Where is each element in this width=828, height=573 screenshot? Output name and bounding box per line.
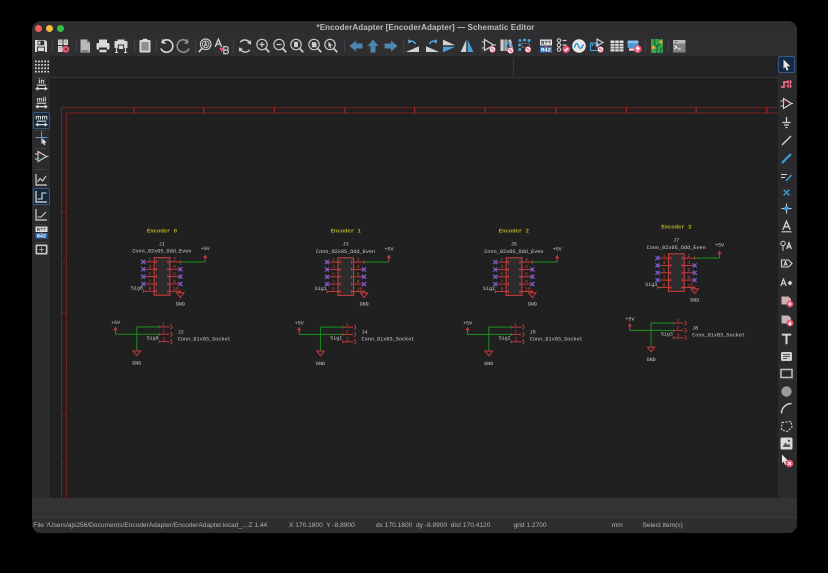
svg-text:B: B (63, 260, 66, 265)
svg-text:D: D (63, 462, 66, 467)
svg-text:mm: mm (35, 114, 47, 121)
svg-text:Sig3: Sig3 (645, 282, 657, 288)
svg-text:J2: J2 (178, 329, 184, 335)
svg-text:J3: J3 (343, 242, 349, 248)
svg-text:J8: J8 (692, 326, 698, 332)
svg-text:R42: R42 (36, 233, 45, 239)
svg-text:mil: mil (36, 96, 46, 103)
svg-text:J7: J7 (673, 238, 679, 244)
svg-text:J1: J1 (159, 241, 165, 247)
svg-text:Encoder 1: Encoder 1 (331, 228, 362, 235)
svg-text:Encoder 3: Encoder 3 (661, 224, 692, 231)
svg-text:R42: R42 (541, 47, 552, 54)
svg-text:Sig0: Sig0 (131, 286, 143, 292)
svg-text:J5: J5 (511, 242, 517, 248)
svg-text:Encoder 2: Encoder 2 (499, 228, 530, 235)
svg-text:C: C (63, 360, 66, 366)
svg-text:Sig1: Sig1 (315, 286, 327, 292)
svg-text:J4: J4 (362, 330, 368, 336)
svg-text:Sig2: Sig2 (499, 336, 511, 342)
svg-text:A: A (63, 159, 66, 164)
svg-text:R??: R?? (541, 40, 552, 47)
svg-text:J6: J6 (530, 330, 536, 336)
svg-text:Sig1: Sig1 (330, 336, 342, 342)
svg-text:Encoder 0: Encoder 0 (147, 227, 178, 234)
svg-text:Sig0: Sig0 (147, 336, 159, 342)
svg-text:Sig2: Sig2 (483, 286, 495, 292)
svg-text:in: in (38, 78, 44, 86)
svg-text:Sig3: Sig3 (661, 332, 673, 338)
